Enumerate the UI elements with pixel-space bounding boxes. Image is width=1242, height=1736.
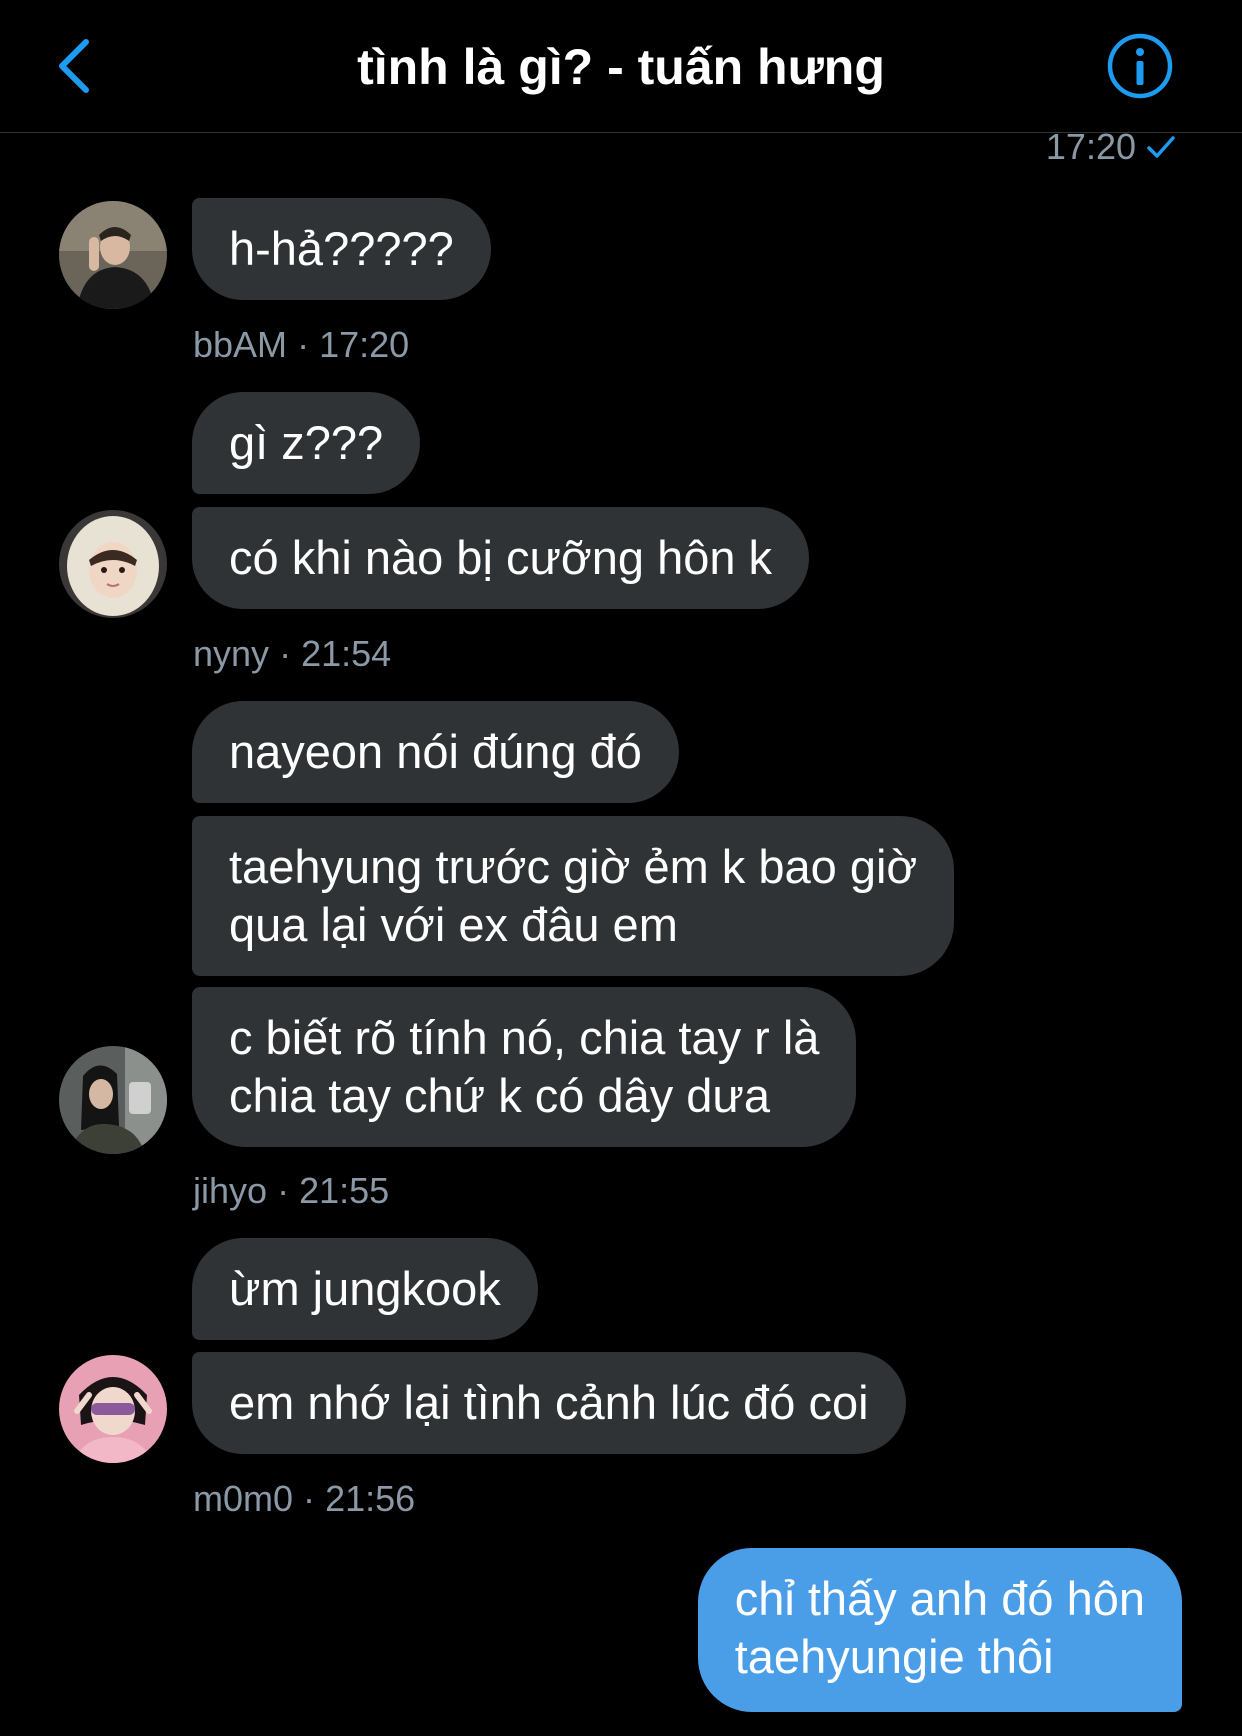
message-meta: jihyo · 21:55 — [193, 1170, 389, 1212]
message-bubble[interactable]: em nhớ lại tình cảnh lúc đó coi — [192, 1352, 906, 1454]
conversation-title: tình là gì? - tuấn hưng — [357, 39, 885, 95]
avatar-nyny[interactable] — [59, 510, 167, 618]
message-time: 21:56 — [325, 1478, 416, 1519]
avatar-bbam[interactable] — [59, 201, 167, 309]
info-button[interactable] — [1106, 32, 1174, 100]
message-bubble[interactable]: có khi nào bị cưỡng hôn k — [192, 507, 810, 609]
sender-name: m0m0 — [193, 1478, 294, 1519]
sender-name: jihyo — [193, 1170, 268, 1211]
message-time: 17:20 — [319, 324, 410, 365]
outgoing-message-bubble[interactable]: chỉ thấy anh đó hôn taehyungie thôi — [697, 1548, 1182, 1712]
avatar-m0m0[interactable] — [59, 1355, 167, 1463]
message-bubble[interactable]: c biết rõ tính nó, chia tay r là chia ta… — [192, 987, 857, 1147]
info-icon — [1107, 33, 1173, 99]
receipt-time: 17:20 — [1045, 126, 1136, 167]
message-bubble[interactable]: nayeon nói đúng đó — [192, 701, 679, 803]
meta-separator: · — [279, 633, 292, 674]
message-time: 21:55 — [299, 1170, 390, 1211]
message-bubble[interactable]: ừm jungkook — [192, 1238, 538, 1340]
message-meta: nyny · 21:54 — [193, 633, 391, 675]
read-receipt: 17:20 — [1046, 126, 1176, 168]
meta-separator: · — [277, 1170, 290, 1211]
sender-name: nyny — [193, 633, 270, 674]
meta-separator: · — [297, 324, 310, 365]
meta-separator: · — [303, 1478, 316, 1519]
avatar-jihyo[interactable] — [59, 1046, 167, 1154]
message-meta: m0m0 · 21:56 — [193, 1478, 415, 1520]
message-bubble[interactable]: taehyung trước giờ ẻm k bao giờ qua lại … — [192, 816, 955, 976]
message-bubble[interactable]: h-hả????? — [192, 198, 491, 300]
message-bubble[interactable]: gì z??? — [192, 392, 421, 494]
message-time: 21:54 — [301, 633, 392, 674]
conversation-header: tình là gì? - tuấn hưng — [0, 0, 1242, 133]
message-meta: bbAM · 17:20 — [193, 324, 409, 366]
checkmark-icon — [1147, 136, 1175, 158]
sender-name: bbAM — [193, 324, 288, 365]
